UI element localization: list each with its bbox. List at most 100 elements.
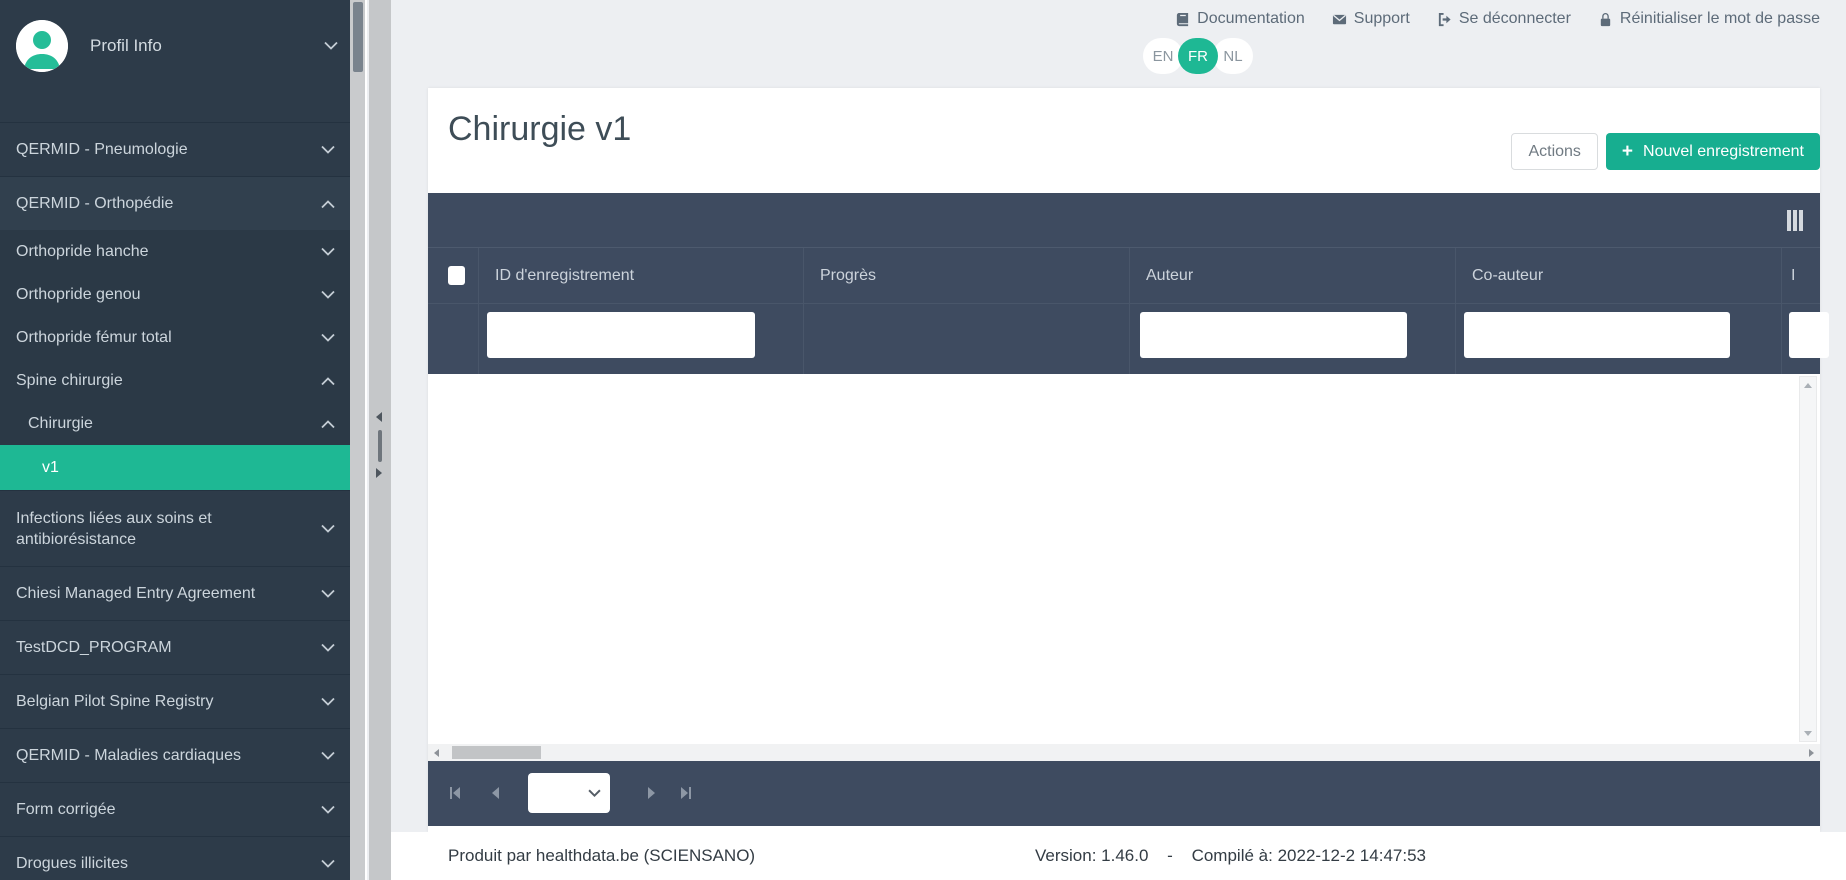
columns-icon[interactable] bbox=[1787, 210, 1803, 231]
nav-reset-password[interactable]: Réinitialiser le mot de passe bbox=[1598, 10, 1820, 28]
nav-label: Documentation bbox=[1197, 10, 1305, 28]
select-all-checkbox[interactable] bbox=[448, 266, 465, 285]
sidebar-item-form-corrigee[interactable]: Form corrigée bbox=[0, 782, 350, 836]
new-record-button[interactable]: + Nouvel enregistrement bbox=[1606, 133, 1820, 170]
signout-icon bbox=[1437, 12, 1452, 27]
chevron-down-icon bbox=[321, 290, 335, 300]
sidebar-item-qermid-pneumologie[interactable]: QERMID - Pneumologie bbox=[0, 122, 350, 176]
sidebar-item-belgian-pilot-spine-registry[interactable]: Belgian Pilot Spine Registry bbox=[0, 674, 350, 728]
lock-icon bbox=[1598, 12, 1613, 27]
first-page-button[interactable] bbox=[447, 785, 463, 801]
footer-produced-by: Produit par healthdata.be (SCIENSANO) bbox=[448, 846, 755, 866]
select-all-cell bbox=[428, 248, 478, 303]
column-header-co-author[interactable]: Co-auteur bbox=[1455, 248, 1781, 303]
sidebar-item-label: Orthopride fémur total bbox=[16, 327, 172, 348]
sidebar-item-orthopride-genou[interactable]: Orthopride genou bbox=[0, 273, 350, 316]
sidebar-item-label: QERMID - Orthopédie bbox=[16, 193, 173, 214]
sidebar-item-label: Form corrigée bbox=[16, 799, 116, 820]
sidebar-item-drogues-illicites[interactable]: Drogues illicites bbox=[0, 836, 350, 880]
scroll-up-icon[interactable] bbox=[1800, 377, 1816, 393]
nav-logout[interactable]: Se déconnecter bbox=[1437, 10, 1571, 28]
separator: - bbox=[1167, 846, 1173, 865]
sidebar-item-chiesi[interactable]: Chiesi Managed Entry Agreement bbox=[0, 566, 350, 620]
lang-nl-button[interactable]: NL bbox=[1213, 38, 1253, 74]
sidebar: Profil Info QERMID - Pneumologie QERMID … bbox=[0, 0, 350, 880]
sidebar-item-qermid-orthopedie[interactable]: QERMID - Orthopédie bbox=[0, 176, 350, 230]
lang-en-button[interactable]: EN bbox=[1143, 38, 1183, 74]
splitter-expand-icon[interactable] bbox=[376, 468, 382, 478]
chevron-down-icon bbox=[321, 697, 335, 707]
column-header-record-id[interactable]: ID d'enregistrement bbox=[478, 248, 803, 303]
table-vertical-scrollbar[interactable] bbox=[1799, 376, 1817, 742]
sidebar-item-infections[interactable]: Infections liées aux soins et antibiorés… bbox=[0, 490, 350, 566]
pagination-bar bbox=[428, 761, 1820, 826]
footer: Produit par healthdata.be (SCIENSANO) Ve… bbox=[391, 832, 1846, 880]
sidebar-item-v1[interactable]: v1 bbox=[0, 445, 350, 490]
nav-label: Se déconnecter bbox=[1459, 10, 1571, 28]
version-value: 1.46.0 bbox=[1101, 846, 1148, 865]
new-record-label: Nouvel enregistrement bbox=[1643, 143, 1804, 161]
chevron-down-icon bbox=[321, 145, 335, 155]
next-page-button[interactable] bbox=[643, 785, 659, 801]
chevron-down-icon bbox=[321, 589, 335, 599]
actions-button[interactable]: Actions bbox=[1511, 133, 1597, 170]
nav-label: Réinitialiser le mot de passe bbox=[1620, 10, 1820, 28]
sidebar-item-qermid-maladies-cardiaques[interactable]: QERMID - Maladies cardiaques bbox=[0, 728, 350, 782]
envelope-icon bbox=[1332, 12, 1347, 27]
compiled-value: 2022-12-2 14:47:53 bbox=[1278, 846, 1426, 865]
sidebar-item-label: TestDCD_PROGRAM bbox=[16, 637, 172, 658]
sidebar-item-label: QERMID - Maladies cardiaques bbox=[16, 745, 241, 766]
horizontal-scrollbar-thumb[interactable] bbox=[452, 746, 541, 759]
sidebar-scrollbar[interactable] bbox=[350, 0, 367, 880]
sidebar-item-label: Infections liées aux soins et antibiorés… bbox=[16, 508, 271, 550]
column-header-progress[interactable]: Progrès bbox=[803, 248, 1129, 303]
scroll-right-icon[interactable] bbox=[1803, 744, 1820, 761]
version-label: Version: bbox=[1035, 846, 1096, 865]
previous-page-button[interactable] bbox=[488, 785, 504, 801]
language-switcher: EN FR NL bbox=[1143, 38, 1253, 74]
nav-support[interactable]: Support bbox=[1332, 10, 1410, 28]
filter-co-author-input[interactable] bbox=[1464, 312, 1730, 358]
sidebar-item-orthopride-hanche[interactable]: Orthopride hanche bbox=[0, 230, 350, 273]
sidebar-item-label: Orthopride hanche bbox=[16, 241, 149, 262]
column-label: Progrès bbox=[820, 267, 876, 285]
nav-documentation[interactable]: Documentation bbox=[1175, 10, 1305, 28]
previous-page-icon bbox=[488, 785, 504, 801]
next-page-icon bbox=[643, 785, 659, 801]
lang-fr-button[interactable]: FR bbox=[1178, 38, 1218, 74]
sidebar-scrollbar-thumb[interactable] bbox=[353, 2, 363, 72]
panel-splitter[interactable] bbox=[369, 0, 391, 880]
sidebar-profile[interactable]: Profil Info bbox=[16, 14, 338, 78]
sidebar-item-testdcd-program[interactable]: TestDCD_PROGRAM bbox=[0, 620, 350, 674]
table-horizontal-scrollbar[interactable] bbox=[428, 744, 1820, 761]
first-page-icon bbox=[447, 785, 463, 801]
scroll-down-icon[interactable] bbox=[1800, 725, 1816, 741]
last-page-button[interactable] bbox=[678, 785, 694, 801]
page-size-select[interactable] bbox=[528, 773, 610, 813]
splitter-handle[interactable] bbox=[378, 430, 382, 462]
sidebar-item-label: Chiesi Managed Entry Agreement bbox=[16, 583, 255, 604]
plus-icon: + bbox=[1622, 142, 1633, 161]
sidebar-item-label: QERMID - Pneumologie bbox=[16, 139, 188, 160]
chevron-down-icon bbox=[324, 41, 338, 51]
column-label: Auteur bbox=[1146, 267, 1193, 285]
column-header-partial[interactable]: I bbox=[1781, 248, 1820, 303]
column-header-author[interactable]: Auteur bbox=[1129, 248, 1455, 303]
chevron-up-icon bbox=[321, 199, 335, 209]
content-card: Chirurgie v1 Actions + Nouvel enregistre… bbox=[428, 88, 1820, 832]
column-label: Co-auteur bbox=[1472, 267, 1543, 285]
sidebar-item-chirurgie[interactable]: Chirurgie bbox=[0, 402, 350, 445]
chevron-down-icon bbox=[321, 805, 335, 815]
chevron-down-icon bbox=[321, 751, 335, 761]
sidebar-item-spine-chirurgie[interactable]: Spine chirurgie bbox=[0, 359, 350, 402]
column-label: I bbox=[1791, 267, 1795, 285]
filter-record-id-input[interactable] bbox=[487, 312, 755, 358]
sidebar-item-orthopride-femur-total[interactable]: Orthopride fémur total bbox=[0, 316, 350, 359]
filter-partial-input[interactable] bbox=[1789, 312, 1829, 358]
filter-author-input[interactable] bbox=[1140, 312, 1407, 358]
scroll-left-icon[interactable] bbox=[428, 744, 445, 761]
chevron-down-icon bbox=[321, 524, 335, 534]
header-buttons: Actions + Nouvel enregistrement bbox=[1511, 133, 1820, 170]
splitter-collapse-icon[interactable] bbox=[376, 412, 382, 422]
sidebar-item-label: v1 bbox=[42, 457, 59, 478]
